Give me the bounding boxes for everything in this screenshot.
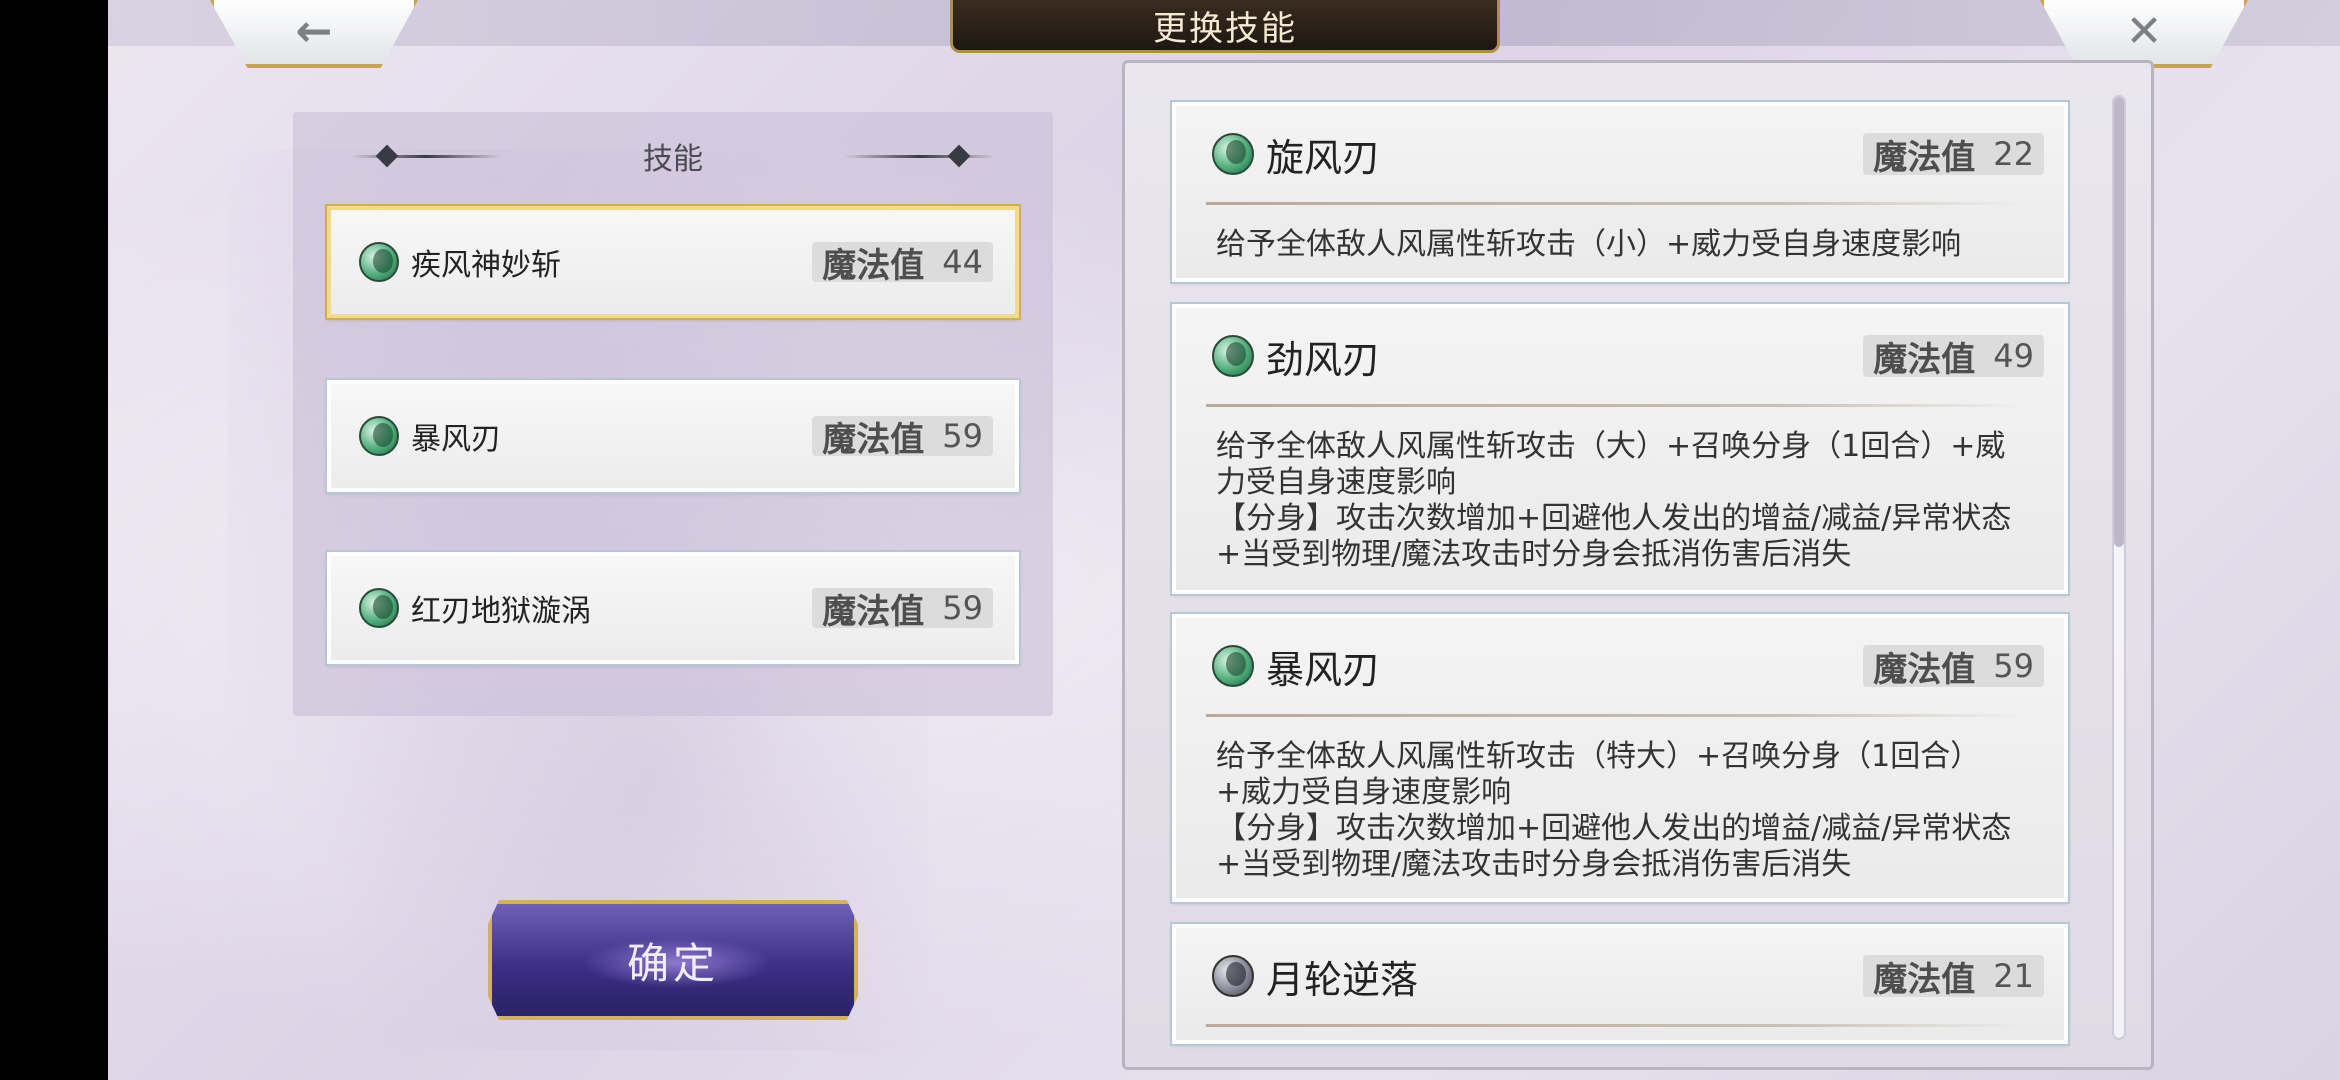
mp-label: 魔法值 [1873,137,1976,178]
slot-skill-name: 红刃地狱漩涡 [411,594,591,629]
skill-name: 月轮逆落 [1266,957,1419,1002]
wind-orb-icon [1212,645,1254,687]
slot-skill-name: 暴风刃 [411,422,501,457]
skill-card-4[interactable]: 月轮逆落 魔法值 21 [1170,922,2070,1046]
equipped-skills-panel: 技能 疾风神妙斩 魔法值 44 暴风刃 魔法值 59 红刃地狱漩涡 魔法值 59 [293,112,1053,716]
close-icon: ✕ [2125,6,2163,57]
confirm-button[interactable]: 确定 [488,900,858,1020]
mp-value: 22 [1993,135,2034,173]
description-line: 【分身】攻击次数增加+回避他人发出的增益/减益/异常状态+当受到物理/魔法攻击时… [1216,501,2012,572]
scroll-thumb[interactable] [2114,97,2124,547]
mp-value: 49 [1993,337,2034,375]
moon-orb-icon [1212,955,1254,997]
skill-name: 暴风刃 [1266,647,1381,692]
mp-label: 魔法值 [1873,649,1976,690]
skill-list-scrollbar[interactable] [2112,95,2126,1040]
equipped-slot-1[interactable]: 疾风神妙斩 魔法值 44 [325,204,1021,320]
mp-label: 魔法值 [822,245,925,286]
skill-card-1[interactable]: 旋风刃 魔法值 22 给予全体敌人风属性斩攻击（小）+威力受自身速度影响 [1170,100,2070,284]
description-line: 给予全体敌人风属性斩攻击（小）+威力受自身速度影响 [1216,227,1962,262]
mp-value: 44 [942,243,983,281]
header-ornament-left [351,155,501,158]
skill-description: 给予全体敌人风属性斩攻击（特大）+召唤分身（1回合）+威力受自身速度影响 【分身… [1176,717,2064,883]
card-header: 劲风刃 魔法值 49 [1176,308,2064,404]
confirm-label: 确定 [626,938,719,988]
mp-badge: 魔法值 59 [1863,645,2044,690]
page-title: 更换技能 [1153,8,1297,49]
card-header: 月轮逆落 魔法值 21 [1176,928,2064,1024]
mp-value: 21 [1993,957,2034,995]
mp-badge: 魔法值 21 [1863,955,2044,1000]
mp-label: 魔法值 [1873,339,1976,380]
title-plate: 更换技能 [950,0,1500,53]
wind-orb-icon [359,416,399,456]
description-line: 【分身】攻击次数增加+回避他人发出的增益/减益/异常状态+当受到物理/魔法攻击时… [1216,811,2012,882]
description-line: 给予全体敌人风属性斩攻击（特大）+召唤分身（1回合）+威力受自身速度影响 [1216,739,1981,810]
back-arrow-icon: ← [295,6,333,57]
mp-badge: 魔法值 22 [1863,133,2044,178]
mp-label: 魔法值 [822,591,925,632]
mp-value: 59 [1993,647,2034,685]
skill-name: 旋风刃 [1266,135,1381,180]
panel-title: 技能 [643,142,703,177]
wind-orb-icon [1212,133,1254,175]
mp-label: 魔法值 [822,419,925,460]
card-divider [1206,1024,2024,1027]
description-line: 给予全体敌人风属性斩攻击（大）+召唤分身（1回合）+威力受自身速度影响 [1216,429,2006,500]
wind-orb-icon [1212,335,1254,377]
equipped-slot-3[interactable]: 红刃地狱漩涡 魔法值 59 [325,550,1021,666]
wind-orb-icon [359,242,399,282]
skill-description: 给予全体敌人风属性斩攻击（小）+威力受自身速度影响 [1176,205,2064,263]
header-ornament-right [845,155,995,158]
equipped-slot-2[interactable]: 暴风刃 魔法值 59 [325,378,1021,494]
mp-badge: 魔法值 49 [1863,335,2044,380]
mp-badge: 魔法值 44 [812,242,993,286]
mp-label: 魔法值 [1873,959,1976,1000]
wind-orb-icon [359,588,399,628]
skill-card-3[interactable]: 暴风刃 魔法值 59 给予全体敌人风属性斩攻击（特大）+召唤分身（1回合）+威力… [1170,612,2070,904]
card-header: 暴风刃 魔法值 59 [1176,618,2064,714]
skill-card-2[interactable]: 劲风刃 魔法值 49 给予全体敌人风属性斩攻击（大）+召唤分身（1回合）+威力受… [1170,302,2070,596]
slot-skill-name: 疾风神妙斩 [411,248,561,283]
skill-name: 劲风刃 [1266,337,1381,382]
mp-value: 59 [942,417,983,455]
mp-badge: 魔法值 59 [812,416,993,460]
mp-value: 59 [942,589,983,627]
card-header: 旋风刃 魔法值 22 [1176,106,2064,202]
skill-description: 给予全体敌人风属性斩攻击（大）+召唤分身（1回合）+威力受自身速度影响 【分身】… [1176,407,2064,573]
mp-badge: 魔法值 59 [812,588,993,632]
